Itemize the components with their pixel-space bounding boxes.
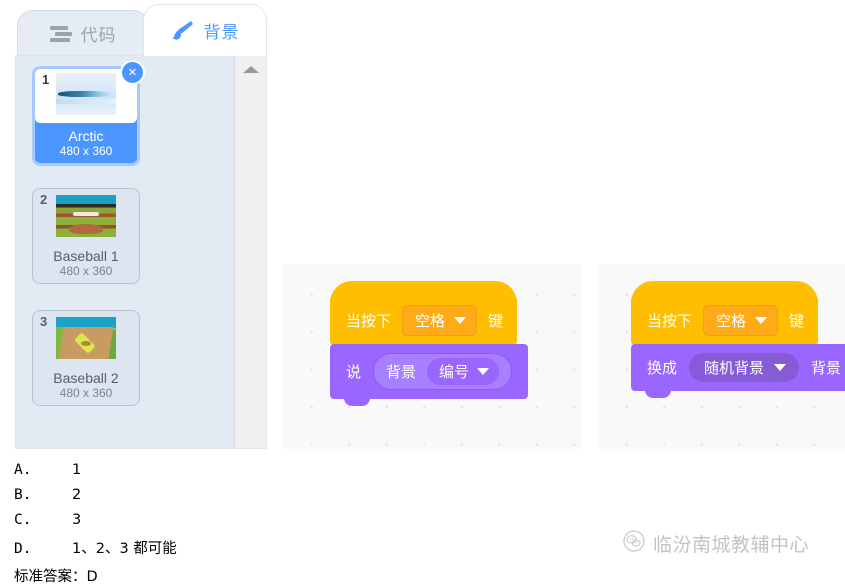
- answer-key-c: C.: [14, 512, 32, 528]
- block-switch-backdrop[interactable]: 换成 随机背景 背景: [631, 344, 845, 398]
- block-label-say: 说: [346, 363, 362, 381]
- backdrop-choice-dropdown[interactable]: 随机背景: [689, 353, 800, 382]
- standard-answer: 标准答案：D: [14, 569, 98, 585]
- answer-option-a: A. 1: [14, 462, 434, 487]
- backdrop-name-1: Arctic: [68, 128, 104, 144]
- script-switch-backdrop[interactable]: 当按下 空格 键 换成 随机背景 背景: [631, 281, 845, 398]
- chevron-up-icon[interactable]: [243, 66, 259, 73]
- answer-option-b: B. 2: [14, 487, 434, 512]
- tab-code[interactable]: 代码: [17, 10, 149, 56]
- backdrop-name-3: Baseball 2: [53, 370, 119, 386]
- backdrop-thumbnail-wrap-2: [33, 189, 139, 243]
- backdrop-thumbnail-wrap-3: [33, 311, 139, 365]
- chevron-down-icon: [774, 364, 787, 371]
- tab-bar: 代码 背景: [0, 0, 267, 56]
- backdrop-item-3[interactable]: 3 Baseball 2 480 x 360: [32, 310, 140, 407]
- block-label-key-2: 键: [789, 312, 805, 330]
- backdrop-thumbnail-2: [56, 195, 116, 237]
- tab-code-label: 代码: [80, 26, 117, 46]
- backdrop-list-scrollbar[interactable]: [234, 56, 266, 448]
- chevron-down-icon: [755, 317, 768, 324]
- reporter-label-backdrop: 背景: [386, 363, 417, 381]
- answer-key-a: A.: [14, 462, 32, 478]
- tab-backdrop[interactable]: 背景: [143, 4, 267, 56]
- block-label-key-1: 键: [488, 312, 504, 330]
- backdrop-size-3: 480 x 360: [59, 386, 113, 401]
- block-label-backdrop-suffix: 背景: [811, 359, 842, 377]
- chevron-down-icon: [477, 368, 490, 375]
- backdrop-number-3: 3: [40, 314, 48, 329]
- answer-value-b: 2: [72, 487, 82, 503]
- block-when-key-pressed-1[interactable]: 当按下 空格 键: [330, 281, 518, 345]
- key-dropdown-value-2: 空格: [716, 312, 747, 330]
- paintbrush-icon: [171, 20, 195, 42]
- answer-value-d: 1、2、3 都可能: [72, 541, 177, 557]
- backdrop-property-dropdown[interactable]: 编号: [427, 358, 500, 385]
- block-label-when-pressed-2: 当按下: [647, 312, 693, 330]
- block-label-switch: 换成: [647, 359, 678, 377]
- code-icon: [49, 25, 72, 42]
- backdrop-property-value: 编号: [439, 363, 470, 381]
- answer-option-d: D. 1、2、3 都可能: [14, 537, 434, 562]
- key-dropdown-2[interactable]: 空格: [703, 305, 779, 336]
- script-say-backdrop-number[interactable]: 当按下 空格 键 说 背景 编号: [330, 281, 581, 406]
- watermark: 临汾南城教辅中心: [623, 530, 809, 557]
- block-label-when-pressed-1: 当按下: [346, 312, 392, 330]
- backdrop-thumbnail-1: [56, 73, 116, 115]
- close-icon[interactable]: ✕: [120, 60, 145, 85]
- backdrop-number-1: 1: [42, 72, 50, 87]
- answer-option-c: C. 3: [14, 512, 434, 537]
- backdrop-thumbnail-3: [56, 317, 116, 359]
- scratch-editor: 代码 背景 ✕ 1 Arctic 480 x 360 2 Baseball 1 …: [0, 0, 267, 449]
- answer-value-c: 3: [72, 512, 82, 528]
- key-dropdown-value-1: 空格: [415, 312, 446, 330]
- code-workspace-right: 当按下 空格 键 换成 随机背景 背景: [598, 264, 845, 449]
- backdrop-size-2: 480 x 360: [59, 264, 113, 279]
- tab-backdrop-label: 背景: [203, 23, 240, 43]
- code-workspace-left: 当按下 空格 键 说 背景 编号: [283, 264, 581, 449]
- key-dropdown-1[interactable]: 空格: [402, 305, 478, 336]
- block-say-1[interactable]: 说 背景 编号: [330, 344, 529, 406]
- backdrop-list-panel: ✕ 1 Arctic 480 x 360 2 Baseball 1 480 x …: [15, 55, 267, 449]
- backdrop-number-2: 2: [40, 192, 48, 207]
- block-when-key-pressed-2[interactable]: 当按下 空格 键: [631, 281, 819, 345]
- answer-options: A. 1 B. 2 C. 3 D. 1、2、3 都可能 标准答案：D: [14, 462, 434, 586]
- chevron-down-icon: [454, 317, 467, 324]
- backdrop-choice-value: 随机背景: [704, 359, 765, 377]
- answer-key-b: B.: [14, 487, 32, 503]
- backdrop-size-1: 480 x 360: [59, 144, 113, 159]
- reporter-backdrop[interactable]: 背景 编号: [373, 353, 513, 390]
- backdrop-name-2: Baseball 1: [53, 248, 119, 264]
- backdrop-item-2[interactable]: 2 Baseball 1 480 x 360: [32, 188, 140, 285]
- watermark-text: 临汾南城教辅中心: [653, 534, 810, 556]
- answer-key-d: D.: [14, 541, 32, 557]
- backdrop-item-1[interactable]: ✕ 1 Arctic 480 x 360: [32, 60, 145, 167]
- wechat-logo-icon: [623, 530, 645, 557]
- answer-value-a: 1: [72, 462, 82, 478]
